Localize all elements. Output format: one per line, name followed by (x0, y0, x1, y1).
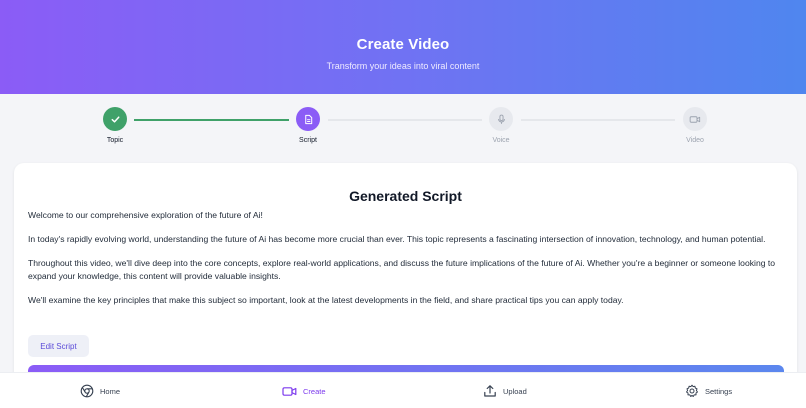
nav-item-create-label: Create (303, 386, 326, 396)
video-camera-icon (282, 386, 297, 396)
nav-item-create[interactable]: Create (282, 373, 326, 408)
page-subtitle: Transform your ideas into viral content (326, 61, 480, 71)
nav-item-home[interactable]: Home (80, 373, 120, 408)
nav-item-settings-label: Settings (705, 386, 733, 396)
step-topic-circle (103, 107, 127, 131)
step-connector-2 (328, 119, 482, 121)
script-paragraph: Throughout this video, we'll dive deep i… (28, 258, 776, 281)
step-connector-3 (521, 119, 675, 121)
step-script-circle (296, 107, 320, 131)
script-paragraph: In today's rapidly evolving world, under… (28, 234, 766, 244)
check-icon (111, 115, 119, 123)
video-camera-icon (689, 115, 701, 123)
step-script-label: Script (299, 137, 317, 144)
step-voice[interactable]: Voice (471, 107, 531, 144)
script-title: Generated Script (349, 188, 462, 204)
step-voice-circle (489, 107, 513, 131)
edit-script-button[interactable]: Edit Script (28, 335, 89, 357)
step-video[interactable]: Video (665, 107, 725, 144)
document-icon (304, 114, 312, 124)
home-icon (80, 384, 94, 398)
script-paragraph: We'll examine the key principles that ma… (28, 295, 624, 305)
step-video-circle (683, 107, 707, 131)
step-voice-label: Voice (492, 137, 510, 144)
step-topic-label: Topic (106, 137, 124, 144)
page-title: Create Video (356, 36, 450, 53)
nav-item-upload[interactable]: Upload (483, 373, 527, 408)
nav-item-upload-label: Upload (503, 386, 527, 396)
upload-icon (484, 385, 496, 397)
step-connector-1 (134, 119, 289, 121)
step-topic[interactable]: Topic (85, 107, 145, 144)
script-paragraph: Welcome to our comprehensive exploration… (28, 210, 263, 220)
script-fade-overlay (14, 309, 797, 329)
script-card: Generated Script Welcome to our comprehe… (14, 163, 797, 393)
nav-item-home-label: Home (100, 386, 121, 396)
nav-item-settings[interactable]: Settings (685, 373, 732, 408)
step-video-label: Video (686, 137, 704, 144)
step-script[interactable]: Script (278, 107, 338, 144)
page-header: Create Video Transform your ideas into v… (0, 0, 806, 94)
bottom-navigation: Home Create Upload Settings (0, 372, 806, 408)
gear-icon (686, 384, 698, 397)
microphone-icon (497, 114, 505, 124)
